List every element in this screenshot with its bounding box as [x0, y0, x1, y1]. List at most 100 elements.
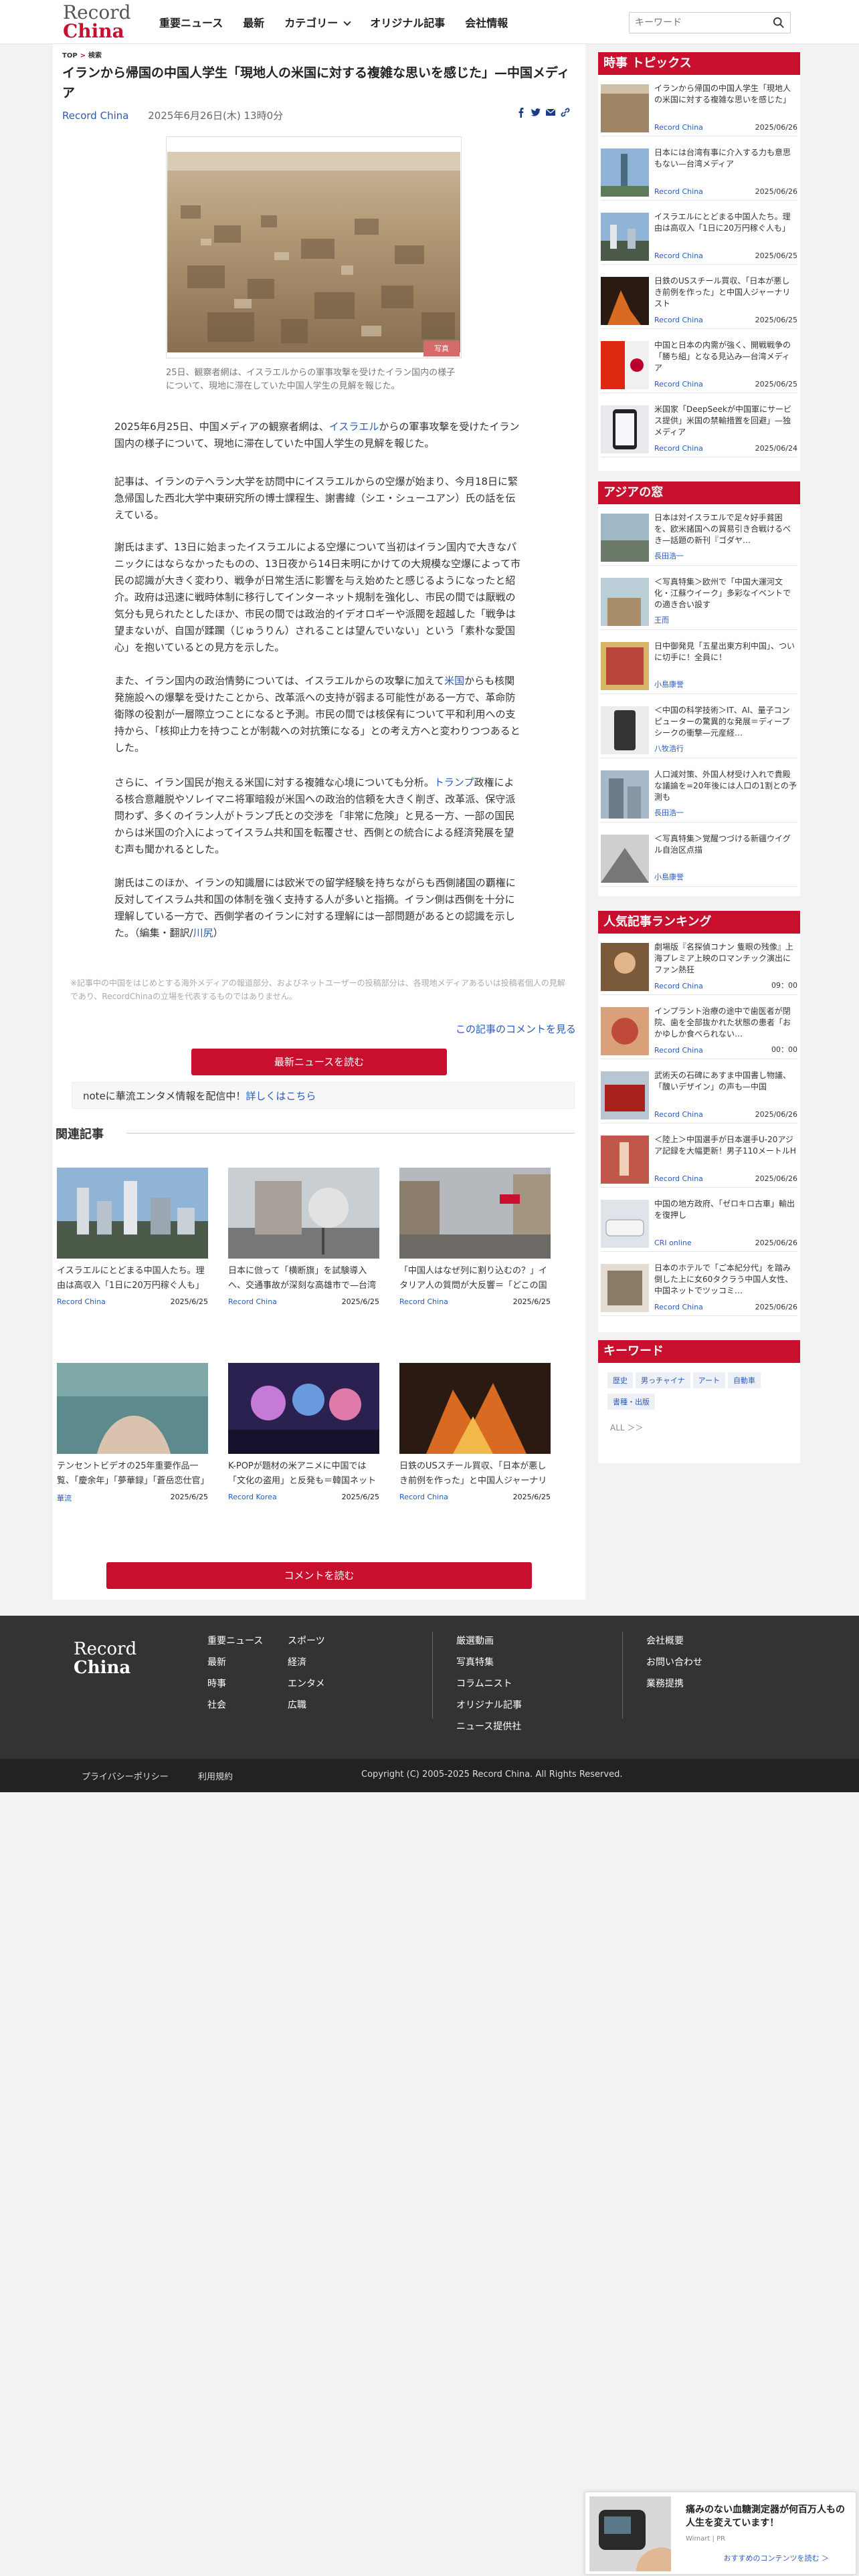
related-card[interactable]: 日本に倣って「横断旗」を試験導入へ、交通事故が深刻な高雄市で—台湾メディア Re… [228, 1168, 379, 1306]
asia-item[interactable]: ＜写真特集＞覚醒つづける新疆ウイグル自治区点描 小島康誉 [601, 832, 797, 887]
topic-item[interactable]: 日本には台湾有事に介入する力も意思もない—台湾メディア Record China 2… [601, 146, 797, 201]
footer-link[interactable]: 写真特集 [456, 1652, 522, 1673]
article-photo: 写真 [166, 136, 462, 358]
tag-link-trump[interactable]: トランプ [434, 776, 474, 788]
topic-item[interactable]: イランから帰国の中国人学生「現地人の米国に対する複雑な思いを感じた」 Record… [601, 82, 797, 136]
sidebar-ranking: 人気記事ランキング 劇場版『名探偵コナン 隻眼の残像』上海プレミア上映のロマンチ… [598, 911, 800, 1332]
ranking-item[interactable]: 劇場版『名探偵コナン 隻眼の残像』上海プレミア上映のロマンチック演出にファン熱狂… [601, 940, 797, 995]
related-card[interactable]: イスラエルにとどまる中国人たち。理由は高収入「1日に20万円稼ぐ人も」—中国メデ… [57, 1168, 208, 1306]
related-card[interactable]: 「中国人はなぜ列に割り込むの？」イタリア人の質問が大反響＝「どこの国でもある」「… [399, 1168, 551, 1306]
asia-item[interactable]: 人口減対策、外国人材受け入れで貴殿な議論を=20年後には人口の1割との予測も 長田… [601, 768, 797, 823]
footer-link[interactable]: 会社概要 [646, 1630, 702, 1652]
ranking-item[interactable]: 中国の地方政府、「ゼロキロ古車」輸出を復押し CRI online 2025/06/… [601, 1197, 797, 1252]
footer-link[interactable]: エンタメ [288, 1673, 325, 1695]
footer-col-4: 会社概要 お問い合わせ 業務提携 [646, 1630, 702, 1695]
topic-item[interactable]: 中国と日本の内需が強く、開戦戦争の「勝ち組」となる見込み—台湾メディア Recor… [601, 338, 797, 393]
footer-link[interactable]: 業務提携 [646, 1673, 702, 1695]
article-main: TOP > 検索 イランから帰国の中国人学生「現地人の米国に対する複雑な思いを感じた… [53, 44, 585, 1600]
keyword-tag[interactable]: 自動車 [728, 1372, 761, 1388]
read-latest-news-button[interactable]: 最新ニュースを読む [191, 1049, 447, 1075]
ad-source: Wimart | PR [686, 2535, 726, 2543]
footer-col-3: 厳選動画 写真特集 コラムニスト オリジナル記事 ニュース提供社 [456, 1630, 522, 1737]
keywords-all-link[interactable]: ALL ＞＞ [610, 1422, 643, 1433]
related-card[interactable]: K-POPが題材の米アニメに中国では「文化の盗用」と反発も＝韓国ネット「大事処理… [228, 1363, 379, 1501]
breadcrumb: TOP > 検索 [62, 52, 102, 60]
link-icon[interactable] [560, 107, 571, 118]
footer-link[interactable]: ニュース提供社 [456, 1716, 522, 1737]
nav-original[interactable]: オリジナル記事 [370, 14, 445, 30]
privacy-link[interactable]: プライバシーポリシー [82, 1769, 169, 1782]
disclaimer-note: ※記事中の中国をはじめとする海外メディアの報道部分、およびネットユーザーの投稿部… [70, 978, 565, 1001]
article-source[interactable]: Record China [62, 110, 128, 122]
keyword-tag[interactable]: 歴史 [607, 1372, 633, 1388]
nav-latest[interactable]: 最新 [243, 14, 264, 30]
mail-icon[interactable] [545, 107, 556, 118]
nav-category[interactable]: カテゴリー [284, 14, 351, 30]
search-icon[interactable] [773, 17, 785, 29]
sponsored-ad[interactable]: 痛みのない血糖測定器が何百万人もの人生を変えています！ Wimart | PR … [585, 2492, 856, 2575]
ranking-item[interactable]: 武術天の石碑にあすま中国書し物議、「醜いデザイン」の声も—中国 Record Ch… [601, 1069, 797, 1123]
related-heading: 関連記事 [56, 1128, 104, 1142]
author-link[interactable]: 川尻 [193, 927, 213, 939]
main-nav: 重要ニュース 最新 カテゴリー オリジナル記事 会社情報 [159, 0, 508, 44]
asia-item[interactable]: 日中御発見「五星出東方利中国」、ついに切手に！全員に！ 小島康誉 [601, 639, 797, 694]
ranking-item[interactable]: インプラント治療の途中で歯医者が閉院、歯を全部抜かれた状態の患者「おかゆしか食べ… [601, 1004, 797, 1059]
ranking-item[interactable]: 日本のホテルで「ご本紀分代」を踏み倒した上に女60タクラう中国人女性、中国ネット… [601, 1261, 797, 1316]
card-image [228, 1363, 379, 1454]
asia-item[interactable]: 日本は対イスラエルで足々好手貧困を、欧米諸国への貿易引き合戦けるべき—話題の新刊… [601, 511, 797, 566]
footer-col-2: スポーツ 経済 エンタメ 広職 [288, 1630, 325, 1716]
related-card[interactable]: 日鉄のUSスチール買収、「日本が悪しき前例を作った」と中国人ジャーナリスト Re… [399, 1363, 551, 1501]
site-logo[interactable]: Record China [63, 3, 136, 41]
footer-link[interactable]: 経済 [288, 1652, 325, 1673]
sidebar-keywords: キーワード 歴史 男っチャイナ アート 自動車書種・出版 ALL ＞＞ [598, 1340, 800, 1463]
ranking-heading: 人気記事ランキング [598, 911, 800, 934]
terms-link[interactable]: 利用規約 [198, 1769, 233, 1782]
article-paragraph: 謝氏はこのほか、イランの知識層には欧米での留学経験を持ちながらも西側諸国の覇権に… [114, 877, 516, 939]
footer-link[interactable]: オリジナル記事 [456, 1695, 522, 1716]
view-comments-link[interactable]: この記事のコメントを見る [456, 1022, 576, 1036]
nav-important-news[interactable]: 重要ニュース [159, 14, 223, 30]
related-card[interactable]: テンセントビデオの25年重要作品一覧、「慶余年」「夢華録」「蒼岳恋仕官」「異人之… [57, 1363, 208, 1503]
breadcrumb-home[interactable]: TOP [62, 52, 78, 60]
tag-link-israel[interactable]: イスラエル [329, 421, 379, 433]
note-details-link[interactable]: 詳しくはこちら [246, 1090, 316, 1102]
divider [432, 1632, 433, 1719]
keyword-tag[interactable]: 書種・出版 [607, 1394, 655, 1410]
keyword-tag[interactable]: アート [692, 1372, 726, 1388]
keyword-tag[interactable]: 男っチャイナ [636, 1372, 690, 1388]
article-paragraph: 謝氏はまず、13日に始まったイスラエルによる空爆について当初はイラン国内で大きな… [114, 541, 520, 653]
footer-link[interactable]: 厳選動画 [456, 1630, 522, 1652]
footer-bottom: プライバシーポリシー 利用規約 Copyright (C) 2005-2025 … [0, 1759, 859, 1792]
keyword-tags: 歴史 男っチャイナ アート 自動車書種・出版 [607, 1372, 795, 1415]
footer-link[interactable]: 重要ニュース [207, 1630, 263, 1652]
twitter-icon[interactable] [531, 107, 541, 118]
topic-item[interactable]: 日鉄のUSスチール買収、「日本が悪しき前例を作った」と中国人ジャーナリスト Rec… [601, 274, 797, 329]
footer-link[interactable]: スポーツ [288, 1630, 325, 1652]
footer-link[interactable]: コラムニスト [456, 1673, 522, 1695]
footer-link[interactable]: 広職 [288, 1695, 325, 1716]
nav-company[interactable]: 会社情報 [465, 14, 508, 30]
read-comments-button[interactable]: コメントを読む [106, 1562, 532, 1589]
share-icons [516, 107, 571, 118]
asia-item[interactable]: ＜写真特集＞欧州で「中国大運河文化・江蘇ウイーク」多彩なイベントでの適き合い設す… [601, 575, 797, 630]
footer-link[interactable]: 社会 [207, 1695, 263, 1716]
footer-link[interactable]: お問い合わせ [646, 1652, 702, 1673]
footer-logo[interactable]: Record China [74, 1640, 136, 1677]
breadcrumb-current: 検索 [88, 52, 102, 60]
topic-item[interactable]: 米国家「DeepSeekが中国軍にサービス提供」米国の禁輸措置を回避」—独メディ… [601, 403, 797, 457]
keyword-heading: キーワード [598, 1340, 800, 1363]
article-paragraph: さらに、イラン国民が抱える米国に対する複雑な心境についても分析。トランプ政権によ… [114, 776, 516, 855]
photo-image [167, 152, 460, 352]
asia-item[interactable]: ＜中国の科学技術＞IT、AI、量子コンピューターの驚異的な発展＝ディープシークの… [601, 704, 797, 758]
tag-link-usa[interactable]: 米国 [444, 675, 464, 687]
sidebar-topics: 時事 トピックス イランから帰国の中国人学生「現地人の米国に対する複雑な思いを感… [598, 52, 800, 471]
footer-link[interactable]: 時事 [207, 1673, 263, 1695]
footer-link[interactable]: 最新 [207, 1652, 263, 1673]
card-image [228, 1168, 379, 1259]
ranking-item[interactable]: ＜陸上＞中国選手が日本選手U-20アジア記録を大幅更新！男子110メートルH Re… [601, 1133, 797, 1188]
facebook-icon[interactable] [516, 107, 527, 118]
ad-title: 痛みのない血糖測定器が何百万人もの人生を変えています！ [686, 2504, 845, 2529]
search-input[interactable] [635, 15, 762, 31]
ad-cta[interactable]: おすすめのコンテンツを読む ＞ [724, 2553, 830, 2563]
topic-item[interactable]: イスラエルにとどまる中国人たち。理由は高収入「1日に20万円稼ぐ人も」 Recor… [601, 210, 797, 265]
